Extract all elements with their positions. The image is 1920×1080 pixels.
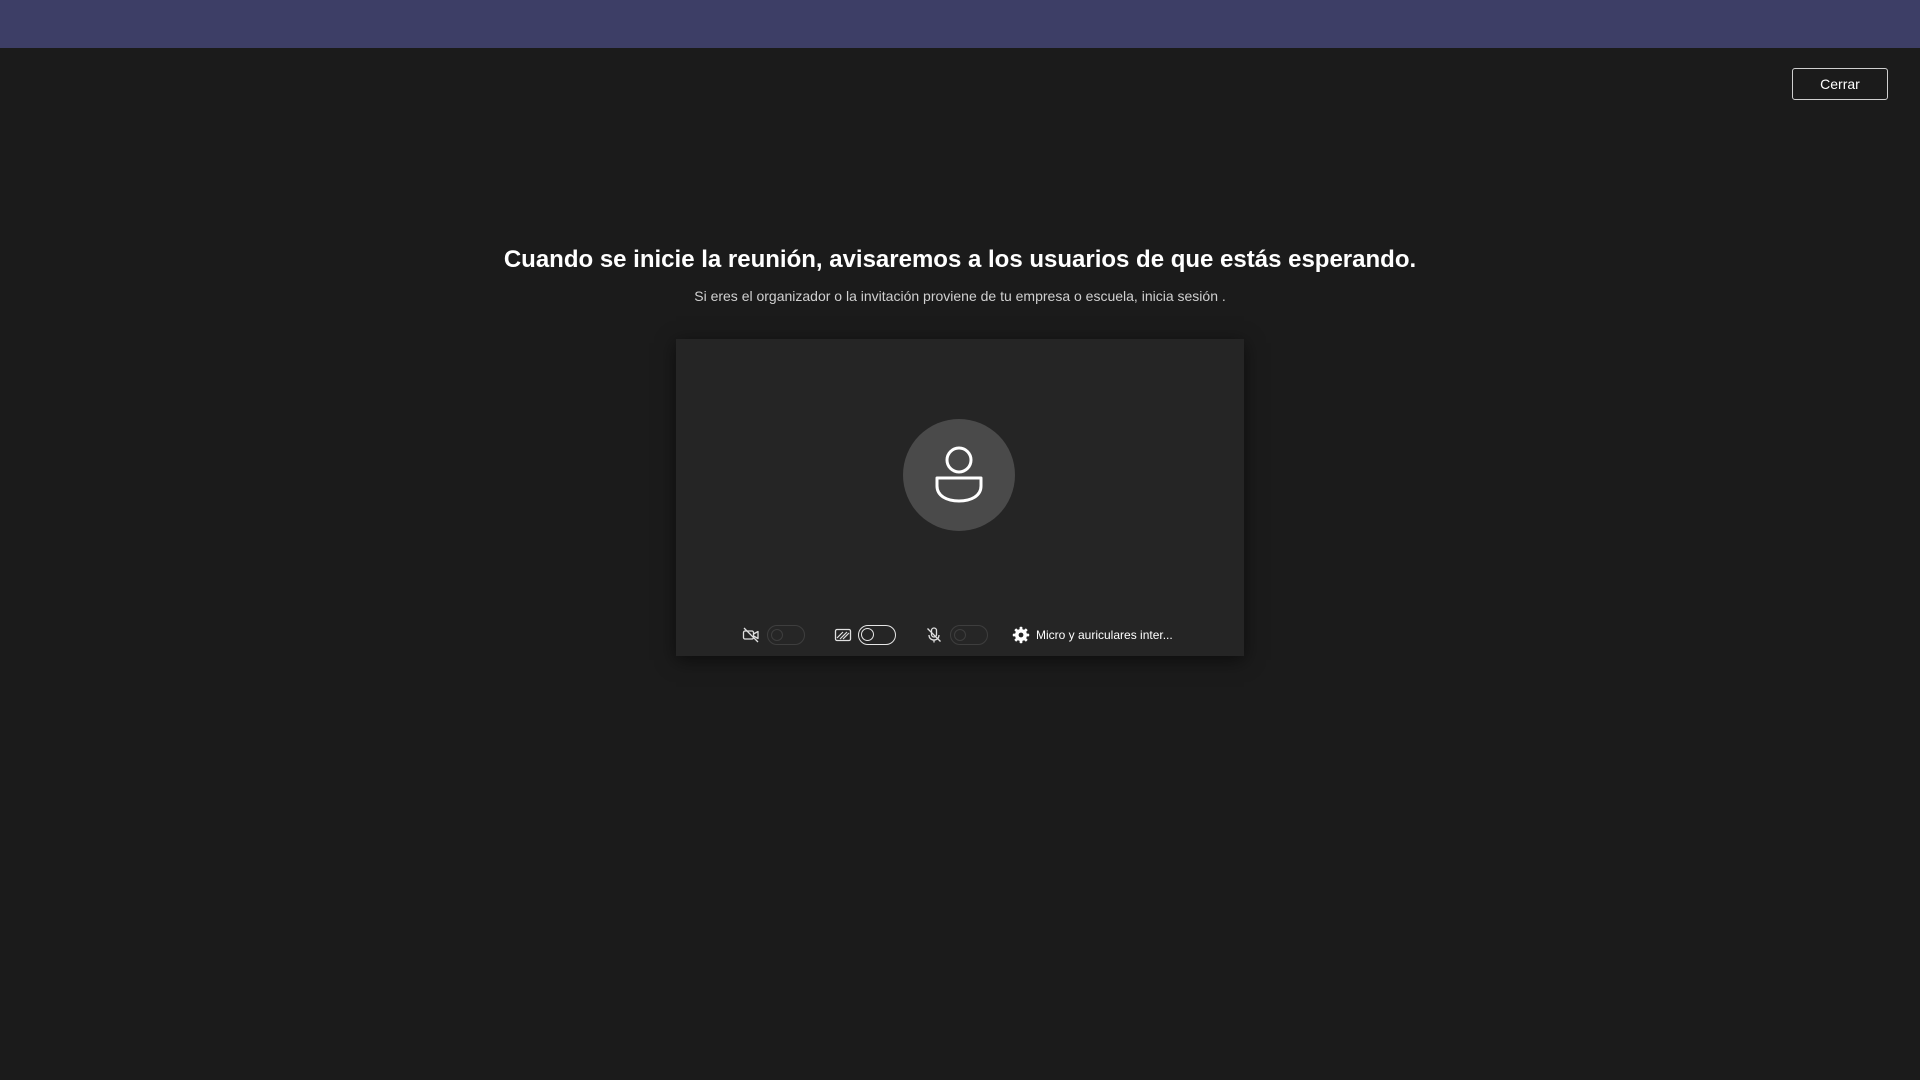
camera-off-icon[interactable] bbox=[741, 625, 761, 645]
mic-off-icon[interactable] bbox=[924, 625, 944, 645]
background-blur-icon[interactable] bbox=[833, 625, 853, 645]
gear-icon bbox=[1012, 626, 1030, 644]
background-effects-toggle[interactable] bbox=[858, 625, 896, 645]
person-icon bbox=[935, 446, 983, 503]
camera-toggle[interactable] bbox=[767, 625, 805, 645]
sign-in-hint: Si eres el organizador o la invitación p… bbox=[694, 288, 1226, 304]
close-button[interactable]: Cerrar bbox=[1792, 68, 1888, 100]
microphone-toggle[interactable] bbox=[950, 625, 988, 645]
toggle-knob bbox=[861, 628, 874, 641]
toggle-knob bbox=[954, 629, 966, 641]
avatar bbox=[903, 419, 1015, 531]
audio-device-button[interactable]: Micro y auriculares inter... bbox=[1012, 623, 1173, 647]
device-controls: Micro y auriculares inter... bbox=[676, 623, 1244, 647]
toggle-knob bbox=[771, 629, 783, 641]
page-title: Cuando se inicie la reunión, avisaremos … bbox=[503, 246, 1417, 273]
audio-device-label: Micro y auriculares inter... bbox=[1036, 628, 1173, 642]
video-preview-panel: Micro y auriculares inter... bbox=[676, 339, 1244, 656]
title-bar bbox=[0, 0, 1920, 48]
